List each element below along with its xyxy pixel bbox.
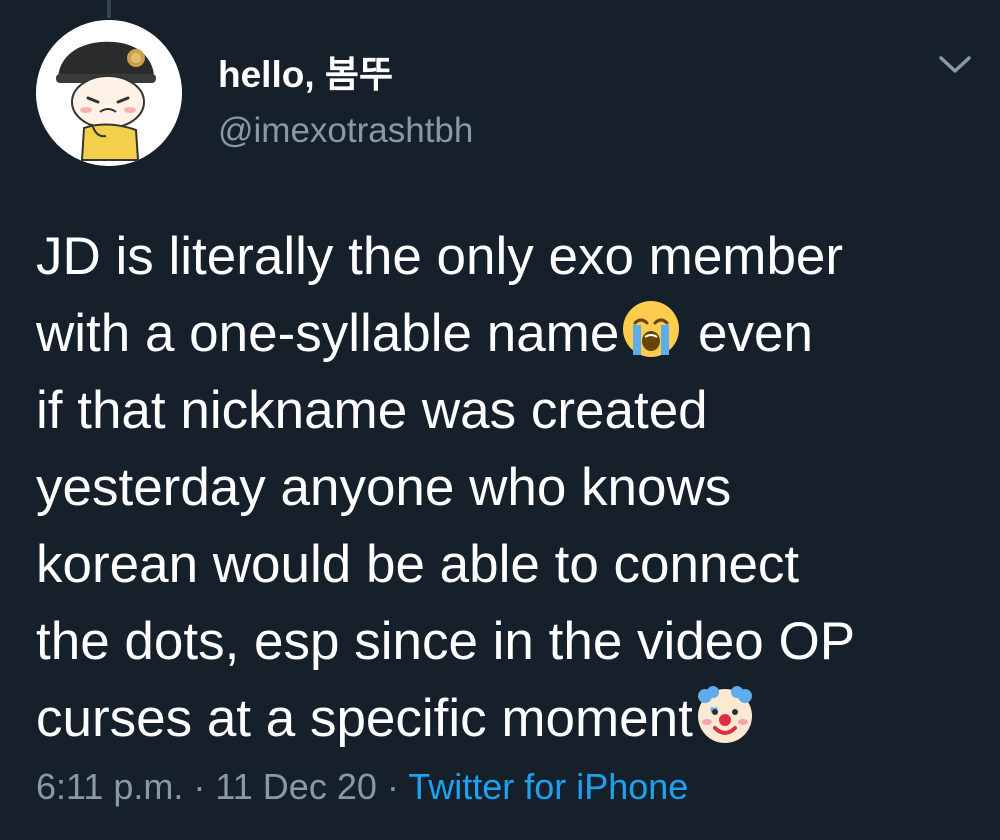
clown-face-emoji-icon <box>693 682 757 746</box>
tweet-meta: 6:11 p.m. · 11 Dec 20 · Twitter for iPho… <box>36 766 688 808</box>
tweet-line: yesterday anyone who knows <box>36 458 732 517</box>
thread-connector-line <box>107 0 111 18</box>
meta-separator: · <box>183 766 216 807</box>
tweet-text: JD is literally the only exo member with… <box>36 218 976 757</box>
cartoon-boy-avatar-icon <box>36 20 182 166</box>
tweet-line: curses at a specific moment <box>36 680 976 757</box>
meta-separator: · <box>376 766 409 807</box>
chevron-down-icon <box>939 56 971 73</box>
author-display-name[interactable]: hello, 봄뚜 <box>218 44 393 98</box>
tweet-line: if that nickname was created <box>36 381 708 440</box>
tweet-line: with a one-syllable name even <box>36 295 976 372</box>
author-handle[interactable]: @imexotrashtbh <box>218 111 473 151</box>
loudly-crying-face-emoji-icon <box>619 297 683 361</box>
tweet-options-button[interactable] <box>934 50 976 80</box>
tweet-time[interactable]: 6:11 p.m. <box>36 766 183 807</box>
tweet-line: the dots, esp since in the video OP <box>36 612 856 671</box>
tweet-line: korean would be able to connect <box>36 535 800 594</box>
tweet-line-text: with a one-syllable name <box>36 304 620 363</box>
tweet-source-link[interactable]: Twitter for iPhone <box>408 766 688 807</box>
tweet-line: JD is literally the only exo member <box>36 227 844 286</box>
tweet-line-text: curses at a specific moment <box>36 689 693 748</box>
tweet-line-text: even <box>683 304 813 363</box>
tweet-date[interactable]: 11 Dec 20 <box>215 766 376 807</box>
avatar[interactable] <box>36 20 182 166</box>
